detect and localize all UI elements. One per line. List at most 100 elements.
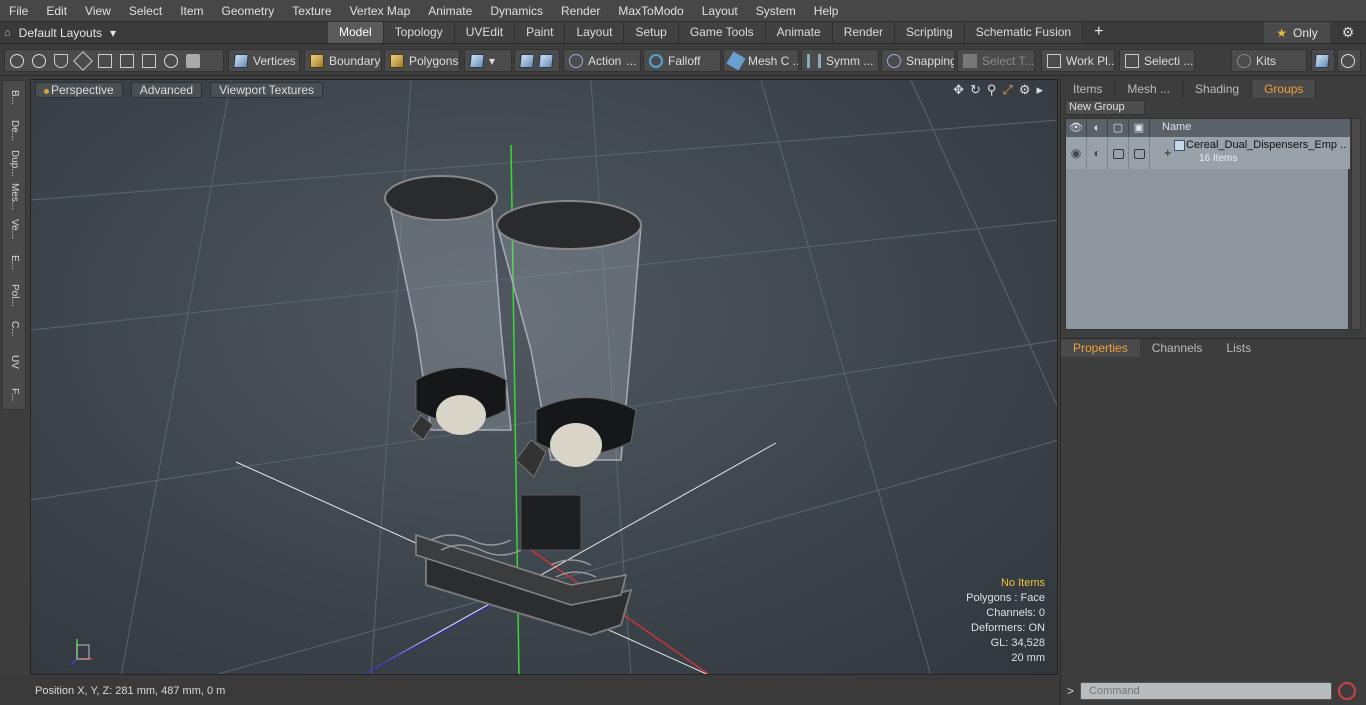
menu-item[interactable]: Edit: [37, 0, 76, 22]
pen-icon[interactable]: [54, 53, 68, 68]
render-toggle[interactable]: [1108, 137, 1129, 169]
menu-item[interactable]: File: [0, 0, 37, 22]
advanced-button[interactable]: Advanced: [130, 82, 203, 98]
left-tab[interactable]: UV: [3, 345, 25, 378]
action-button[interactable]: Action...: [563, 49, 641, 72]
menu-item[interactable]: Layout: [693, 0, 747, 22]
tab-topology[interactable]: Topology: [383, 22, 455, 43]
circle-select-icon[interactable]: [10, 53, 24, 68]
record-icon[interactable]: [1338, 681, 1357, 700]
frame-icon[interactable]: [142, 53, 156, 68]
tab-paint[interactable]: Paint: [515, 22, 566, 43]
expand-icon[interactable]: +: [1164, 145, 1172, 160]
left-tab[interactable]: Pol...: [3, 279, 25, 312]
menu-item[interactable]: Item: [171, 0, 212, 22]
panel-tab-items[interactable]: Items: [1061, 79, 1116, 98]
tab-layout[interactable]: Layout: [565, 22, 625, 43]
select-icon[interactable]: ▣: [1129, 119, 1150, 137]
tab-uvedit[interactable]: UVEdit: [454, 22, 516, 43]
menu-item[interactable]: Help: [805, 0, 848, 22]
scene-canvas[interactable]: [31, 80, 1058, 675]
only-toggle[interactable]: ★ Only: [1264, 22, 1330, 43]
menu-item[interactable]: System: [747, 0, 805, 22]
layouts-dropdown[interactable]: ⌂ Default Layouts ▾: [4, 22, 116, 44]
selection-tools[interactable]: [4, 49, 224, 72]
tab-model[interactable]: Model: [328, 22, 384, 43]
select-through-button[interactable]: Select T...: [957, 49, 1035, 72]
work-plane-button[interactable]: Work Pl...: [1041, 49, 1115, 72]
cube-mode-button[interactable]: [1311, 49, 1335, 72]
symmetry-tools[interactable]: [514, 49, 560, 72]
visibility-toggle[interactable]: ◉: [1066, 137, 1087, 169]
3d-viewport[interactable]: Perspective Advanced Viewport Textures ✥…: [30, 79, 1058, 675]
left-tab[interactable]: Mes...: [3, 180, 25, 213]
left-tab[interactable]: F...: [3, 378, 25, 411]
add-tab-icon[interactable]: +: [1083, 22, 1109, 43]
kits-button[interactable]: Kits: [1231, 49, 1307, 72]
eye-icon[interactable]: 👁: [1066, 119, 1087, 137]
menu-item[interactable]: Vertex Map: [341, 0, 420, 22]
tab-game-tools[interactable]: Game Tools: [678, 22, 766, 43]
expand-icon[interactable]: ▸: [1036, 82, 1043, 98]
perspective-button[interactable]: Perspective: [35, 82, 123, 98]
left-tab[interactable]: De...: [3, 114, 25, 147]
menu-item[interactable]: Select: [120, 0, 171, 22]
command-input[interactable]: [1080, 681, 1333, 700]
move-icon[interactable]: [120, 53, 134, 68]
panel-tab-shading[interactable]: Shading: [1183, 79, 1253, 98]
rotate-icon[interactable]: [164, 53, 178, 68]
render-icon[interactable]: ▢: [1108, 119, 1129, 137]
item-mode-button[interactable]: ▾: [464, 49, 512, 72]
gear-icon[interactable]: ⚙: [1336, 24, 1360, 42]
symmetry-button[interactable]: Symm ...: [801, 49, 879, 72]
left-tab[interactable]: Dup...: [3, 147, 25, 180]
align-icon[interactable]: [98, 53, 112, 68]
mesh-constraints-button[interactable]: Mesh C ...: [723, 49, 799, 72]
snapping-button[interactable]: Snapping: [881, 49, 955, 72]
group-row[interactable]: ◉ ◐ + Cereal_Dual_Dispensers_Emp ... 16 …: [1066, 137, 1350, 169]
cereal-dispenser-model[interactable]: [384, 175, 642, 637]
selection-sets-button[interactable]: Selecti ...: [1119, 49, 1195, 72]
menu-item[interactable]: Texture: [283, 0, 340, 22]
menu-item[interactable]: Dynamics: [481, 0, 552, 22]
lasso-icon[interactable]: [73, 50, 93, 71]
command-bar: >: [1061, 676, 1366, 705]
scrollbar[interactable]: [1351, 118, 1361, 330]
settings-icon[interactable]: ⚙: [1019, 82, 1031, 98]
panel-tab-groups[interactable]: Groups: [1252, 79, 1317, 98]
left-tab[interactable]: E...: [3, 246, 25, 279]
pan-icon[interactable]: ✥: [953, 82, 964, 98]
panel-tab-properties[interactable]: Properties: [1061, 339, 1140, 357]
menu-item[interactable]: Geometry: [213, 0, 284, 22]
polygons-button[interactable]: Polygons: [384, 49, 460, 72]
menu-item[interactable]: MaxToModo: [609, 0, 692, 22]
tab-scripting[interactable]: Scripting: [895, 22, 965, 43]
select-toggle[interactable]: [1129, 137, 1150, 169]
boundary-button[interactable]: Boundary: [304, 49, 382, 72]
falloff-button[interactable]: Falloff: [643, 49, 721, 72]
viewport-textures-button[interactable]: Viewport Textures: [210, 82, 324, 98]
lock-icon[interactable]: ◐: [1087, 119, 1108, 137]
left-tab[interactable]: C...: [3, 312, 25, 345]
globe-icon[interactable]: [32, 53, 46, 68]
tab-render[interactable]: Render: [832, 22, 896, 43]
tab-schematic-fusion[interactable]: Schematic Fusion: [964, 22, 1084, 43]
panel-tab-mesh[interactable]: Mesh ...: [1115, 79, 1184, 98]
menu-item[interactable]: Animate: [419, 0, 481, 22]
tab-setup[interactable]: Setup: [624, 22, 679, 43]
panel-tab-lists[interactable]: Lists: [1214, 339, 1263, 357]
menu-item[interactable]: View: [76, 0, 120, 22]
unreal-button[interactable]: [1337, 49, 1361, 72]
tab-animate[interactable]: Animate: [765, 22, 833, 43]
shield-icon[interactable]: [186, 53, 200, 68]
rotate-view-icon[interactable]: ↻: [970, 82, 981, 98]
left-tab[interactable]: B...: [3, 81, 25, 114]
lock-toggle[interactable]: ◐: [1087, 137, 1108, 169]
panel-tab-channels[interactable]: Channels: [1140, 339, 1215, 357]
new-group-button[interactable]: New Group: [1065, 100, 1145, 115]
vertices-button[interactable]: Vertices: [228, 49, 300, 72]
left-tab[interactable]: Ve...: [3, 213, 25, 246]
menu-item[interactable]: Render: [552, 0, 609, 22]
zoom-icon[interactable]: ⚲: [987, 82, 997, 98]
fit-icon[interactable]: ⤢: [1002, 82, 1012, 98]
